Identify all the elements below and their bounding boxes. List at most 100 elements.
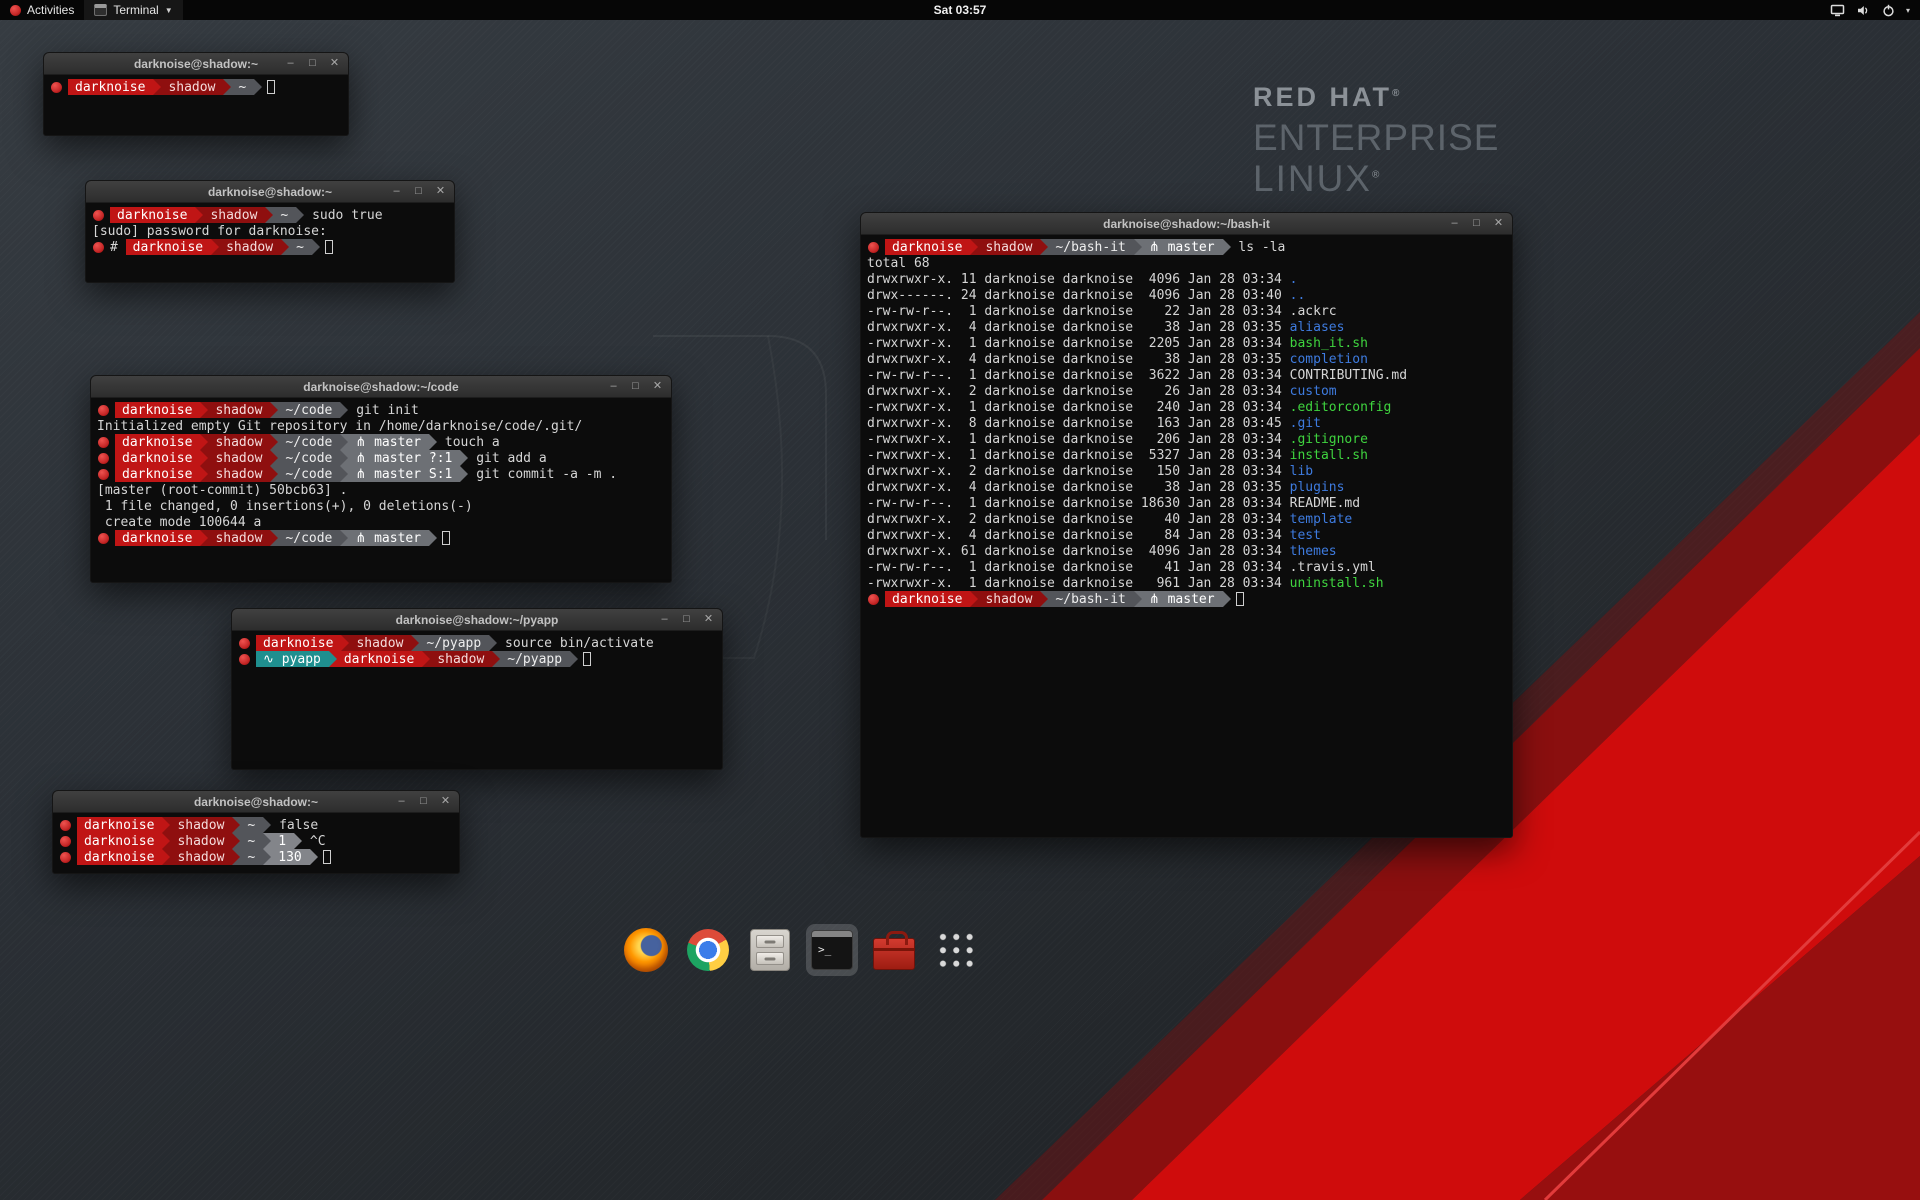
prompt-segment: darknoise xyxy=(126,239,211,255)
window-titlebar[interactable]: darknoise@shadow:~/pyapp – □ ✕ xyxy=(232,609,722,631)
powerline-arrow-icon xyxy=(429,530,437,546)
window-titlebar[interactable]: darknoise@shadow:~/code – □ ✕ xyxy=(91,376,671,398)
maximize-button[interactable]: □ xyxy=(417,796,430,807)
terminal-line: darknoiseshadow~1 ^C xyxy=(59,833,453,849)
window-titlebar[interactable]: darknoise@shadow:~ – □ ✕ xyxy=(86,181,454,203)
terminal-text: -rw-rw-r--. 1 darknoise darknoise 41 Jan… xyxy=(867,559,1290,575)
powerline-arrow-icon xyxy=(329,651,337,667)
terminal-line: darknoiseshadow~/pyapp source bin/activa… xyxy=(238,635,716,651)
dock-item-files[interactable] xyxy=(744,924,796,976)
maximize-button[interactable]: □ xyxy=(1470,218,1483,229)
terminal-line: -rw-rw-r--. 1 darknoise darknoise 18630 … xyxy=(867,495,1506,511)
maximize-button[interactable]: □ xyxy=(412,186,425,197)
window-titlebar[interactable]: darknoise@shadow:~ – □ ✕ xyxy=(44,53,348,75)
minimize-button[interactable]: – xyxy=(395,796,408,807)
close-button[interactable]: ✕ xyxy=(702,614,715,625)
maximize-button[interactable]: □ xyxy=(680,614,693,625)
terminal-content[interactable]: darknoiseshadow~/pyapp source bin/activa… xyxy=(232,631,722,671)
window-titlebar[interactable]: darknoise@shadow:~ – □ ✕ xyxy=(53,791,459,813)
powerline-arrow-icon xyxy=(270,434,278,450)
prompt-segment: darknoise xyxy=(115,466,200,482)
terminal-line: drwxrwxr-x. 61 darknoise darknoise 4096 … xyxy=(867,543,1506,559)
dock-item-app-grid[interactable] xyxy=(930,924,982,976)
terminal-cursor xyxy=(323,850,331,864)
close-button[interactable]: ✕ xyxy=(1492,218,1505,229)
app-menu-terminal[interactable]: Terminal ▼ xyxy=(84,0,182,20)
terminal-line: 1 file changed, 0 insertions(+), 0 delet… xyxy=(97,498,665,514)
terminal-text: [master (root-commit) 50bcb63] . xyxy=(97,482,347,498)
maximize-button[interactable]: □ xyxy=(629,381,642,392)
terminal-content[interactable]: darknoiseshadow~/bash-it⋔ master ls -lat… xyxy=(861,235,1512,611)
minimize-button[interactable]: – xyxy=(284,58,297,69)
terminal-text: themes xyxy=(1290,543,1337,559)
terminal-content[interactable]: darknoiseshadow~/code git initInitialize… xyxy=(91,398,671,550)
terminal-window-pyapp[interactable]: darknoise@shadow:~/pyapp – □ ✕ darknoise… xyxy=(231,608,723,770)
powerline-arrow-icon xyxy=(281,239,289,255)
terminal-window-code[interactable]: darknoise@shadow:~/code – □ ✕ darknoises… xyxy=(90,375,672,583)
terminal-content[interactable]: darknoiseshadow~ sudo true[sudo] passwor… xyxy=(86,203,454,259)
window-titlebar[interactable]: darknoise@shadow:~/bash-it – □ ✕ xyxy=(861,213,1512,235)
terminal-text: aliases xyxy=(1290,319,1345,335)
close-button[interactable]: ✕ xyxy=(328,58,341,69)
power-icon xyxy=(1882,4,1895,17)
dock-item-firefox[interactable] xyxy=(620,924,672,976)
close-button[interactable]: ✕ xyxy=(439,796,452,807)
minimize-button[interactable]: – xyxy=(658,614,671,625)
system-status-area[interactable]: ▾ xyxy=(1830,0,1920,20)
powerline-arrow-icon xyxy=(211,239,219,255)
powerline-arrow-icon xyxy=(263,817,271,833)
powerline-arrow-icon xyxy=(312,239,320,255)
display-icon xyxy=(1830,4,1845,17)
minimize-button[interactable]: – xyxy=(390,186,403,197)
powerline-arrow-icon xyxy=(153,79,161,95)
registered-mark: ® xyxy=(1392,88,1402,99)
redhat-prompt-icon xyxy=(98,437,109,448)
terminal-text: drwxrwxr-x. 2 darknoise darknoise 40 Jan… xyxy=(867,511,1290,527)
terminal-app-icon xyxy=(94,4,107,16)
prompt-segment: ~/bash-it xyxy=(1048,591,1133,607)
terminal-window-home-2[interactable]: darknoise@shadow:~ – □ ✕ darknoiseshadow… xyxy=(52,790,460,874)
redhat-prompt-icon xyxy=(60,820,71,831)
powerline-arrow-icon xyxy=(162,833,170,849)
close-button[interactable]: ✕ xyxy=(651,381,664,392)
terminal-line: drwxrwxr-x. 2 darknoise darknoise 150 Ja… xyxy=(867,463,1506,479)
terminal-line: darknoiseshadow~/code git init xyxy=(97,402,665,418)
terminal-text: [sudo] password for darknoise: xyxy=(92,223,327,239)
prompt-segment: darknoise xyxy=(337,651,422,667)
powerline-arrow-icon xyxy=(200,434,208,450)
minimize-button[interactable]: – xyxy=(1448,218,1461,229)
clock[interactable]: Sat 03:57 xyxy=(934,3,987,17)
powerline-arrow-icon xyxy=(270,450,278,466)
terminal-content[interactable]: darknoiseshadow~ falsedarknoiseshadow~1 … xyxy=(53,813,459,869)
volume-icon xyxy=(1856,4,1871,17)
powerline-arrow-icon xyxy=(1040,239,1048,255)
dock-item-terminal[interactable]: >_ xyxy=(806,924,858,976)
terminal-text: drwxrwxr-x. 2 darknoise darknoise 150 Ja… xyxy=(867,463,1290,479)
terminal-window-home-1[interactable]: darknoise@shadow:~ – □ ✕ darknoiseshadow… xyxy=(43,52,349,136)
prompt-segment: darknoise xyxy=(77,849,162,865)
dock-item-toolbox[interactable] xyxy=(868,924,920,976)
terminal-window-sudo[interactable]: darknoise@shadow:~ – □ ✕ darknoiseshadow… xyxy=(85,180,455,283)
prompt-segment: ⋔ master xyxy=(1142,591,1223,607)
terminal-window-bash-it[interactable]: darknoise@shadow:~/bash-it – □ ✕ darknoi… xyxy=(860,212,1513,838)
close-button[interactable]: ✕ xyxy=(434,186,447,197)
minimize-button[interactable]: – xyxy=(607,381,620,392)
powerline-arrow-icon xyxy=(340,450,348,466)
dock-item-chrome[interactable] xyxy=(682,924,734,976)
terminal-text: drwxrwxr-x. 4 darknoise darknoise 84 Jan… xyxy=(867,527,1290,543)
redhat-prompt-icon xyxy=(868,242,879,253)
prompt-segment: ∿ pyapp xyxy=(256,651,329,667)
terminal-content[interactable]: darknoiseshadow~ xyxy=(44,75,348,99)
terminal-text: test xyxy=(1290,527,1321,543)
terminal-text: install.sh xyxy=(1290,447,1368,463)
terminal-text: -rwxrwxr-x. 1 darknoise darknoise 206 Ja… xyxy=(867,431,1290,447)
terminal-text: .. xyxy=(1290,287,1306,303)
powerline-arrow-icon xyxy=(341,635,349,651)
powerline-arrow-icon xyxy=(460,450,468,466)
app-menu-label: Terminal xyxy=(113,3,158,17)
terminal-text: plugins xyxy=(1290,479,1345,495)
terminal-text: template xyxy=(1290,511,1353,527)
maximize-button[interactable]: □ xyxy=(306,58,319,69)
powerline-arrow-icon xyxy=(162,817,170,833)
activities-button[interactable]: Activities xyxy=(0,0,84,20)
